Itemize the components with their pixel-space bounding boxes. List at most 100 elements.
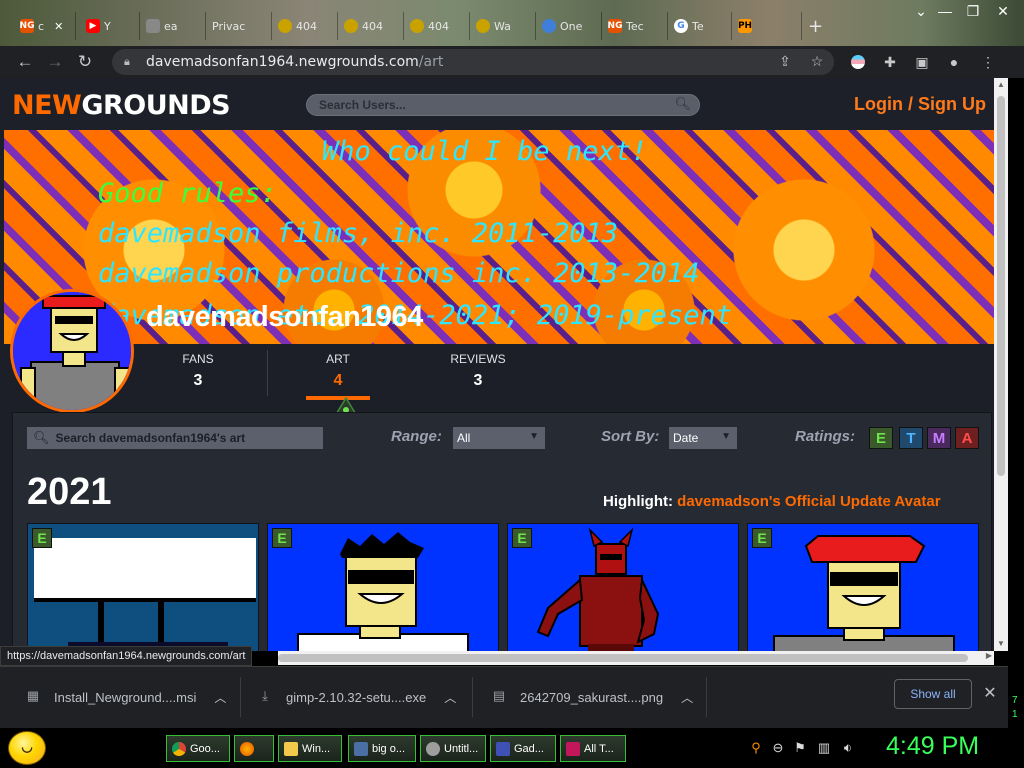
browser-tab[interactable]: 404 [272,12,338,40]
download-item[interactable]: ▦ Install_Newground....msi ︿ [24,683,227,711]
avatar[interactable] [10,289,134,413]
profile-username[interactable]: davemadsonfan1964 [146,301,423,334]
address-bar[interactable]: 🔒︎ davemadsonfan1964.newgrounds.com/art … [112,49,834,75]
rating-e-badge: E [272,528,292,548]
share-icon[interactable]: ⇪ [776,53,794,71]
browser-tab[interactable]: 404 [338,12,404,40]
chevron-up-icon[interactable]: ︿ [214,689,226,706]
minimize-button[interactable]: — [930,0,960,22]
art-card[interactable]: E [27,523,259,651]
warning-favicon-icon [344,19,358,33]
art-search-input[interactable]: 🔍︎ Search davemadsonfan1964's art [27,427,323,449]
profile-avatar-icon[interactable]: ● [944,52,964,72]
flag-icon[interactable]: ⚑ [792,740,808,756]
rating-filter-e[interactable]: E [869,427,893,449]
show-all-button[interactable]: Show all [894,679,972,709]
side-panel-icon[interactable]: ▣ [912,52,932,72]
browser-tab[interactable]: 404 [404,12,470,40]
search-icon[interactable]: 🔍︎ [674,96,691,112]
search-icon[interactable]: ⚲ [748,740,764,756]
maximize-button[interactable]: ❐ [958,0,988,22]
back-button[interactable]: ← [10,47,40,77]
range-value: All [457,431,471,445]
user-search-input[interactable]: Search Users... 🔍︎ [306,94,700,116]
signup-link[interactable]: Sign Up [918,94,986,114]
tab-title: Privac [212,19,246,33]
taskbar-item-gadgets[interactable]: Gad... [490,735,556,762]
scroll-up-arrow-icon[interactable]: ▲ [994,78,1008,92]
horizontal-scrollbar[interactable]: ▶ [278,651,994,665]
scroll-right-arrow-icon[interactable]: ▶ [986,651,992,660]
highlight-link[interactable]: davemadson's Official Update Avatar [677,493,940,510]
taskbar-item-chrome[interactable]: Goo... [166,735,230,762]
browser-tab[interactable]: Wa [470,12,536,40]
network-icon[interactable]: ▥ [816,740,832,756]
sort-value: Date [673,431,699,445]
download-item[interactable]: ⤓ gimp-2.10.32-setu....exe ︿ [256,683,456,711]
divider [240,677,241,717]
taskbar-clock[interactable]: 4:49 PM [886,732,979,761]
url-text: davemadsonfan1964.newgrounds.com/art [146,54,444,70]
range-select[interactable]: All ▼ [453,427,545,449]
browser-tab[interactable]: ▶ Y [80,12,140,40]
forward-button[interactable]: → [40,47,70,77]
folder-icon [284,741,298,756]
taskbar-item-paint[interactable]: Untitl... [420,735,486,762]
taskbar-item-explorer[interactable]: Win... [278,735,342,762]
paint-icon [426,741,440,756]
image-file-icon: ▤ [492,688,506,703]
stat-fans[interactable]: FANS 3 [138,352,258,390]
browser-tab[interactable]: Privac [206,12,272,40]
tab-title: c [38,19,45,33]
stat-reviews[interactable]: REVIEWS 3 [418,352,538,390]
rating-filter-t[interactable]: T [899,427,923,449]
taskbar-item-window[interactable]: big o... [348,735,416,762]
download-item[interactable]: ▤ 2642709_sakurast....png ︿ [490,683,693,711]
rating-e-badge: E [32,528,52,548]
sort-select[interactable]: Date ▼ [669,427,737,449]
browser-tab[interactable]: PH [732,12,802,40]
new-tab-button[interactable]: + [802,12,830,40]
menu-kebab-icon[interactable]: ⋮ [978,52,998,72]
scrollbar-thumb[interactable] [278,654,968,662]
browser-tab[interactable]: One [536,12,602,40]
start-button[interactable]: ◡ [8,731,46,765]
rating-filter-m[interactable]: M [927,427,951,449]
chevron-up-icon[interactable]: ︿ [681,689,693,706]
highlight-line: Highlight: davemadson's Official Update … [603,493,941,510]
volume-icon[interactable]: 🔉︎ [840,740,856,756]
browser-tab[interactable]: NG c ✕ [14,12,76,40]
tab-title: 404 [428,19,449,33]
art-card[interactable]: E [267,523,499,651]
close-window-button[interactable]: ✕ [988,0,1018,22]
reload-button[interactable]: ↻ [70,47,100,77]
art-card[interactable]: E [747,523,979,651]
close-icon[interactable]: ✕ [980,683,1000,703]
scroll-down-arrow-icon[interactable]: ▼ [994,637,1008,651]
taskbar-item-all-tasks[interactable]: All T... [560,735,626,762]
extension-flag-icon[interactable] [848,52,868,72]
page-viewport: NEWGROUNDS Search Users... 🔍︎ Login / Si… [0,78,994,651]
installer-file-icon: ▦ [26,688,40,703]
browser-tab[interactable]: G Te [668,12,732,40]
scrollbar-thumb[interactable] [997,96,1005,476]
auth-separator: / [908,94,914,114]
rating-filter-a[interactable]: A [955,427,979,449]
browser-tab[interactable]: NG Tec [602,12,668,40]
download-filename: gimp-2.10.32-setu....exe [286,689,427,705]
close-tab-icon[interactable]: ✕ [54,20,63,33]
browser-tab[interactable]: ea [140,12,206,40]
tab-title: One [560,19,583,33]
site-header: NEWGROUNDS Search Users... 🔍︎ Login / Si… [0,78,994,130]
bookmark-star-icon[interactable]: ☆ [808,53,826,71]
extensions-puzzle-icon[interactable]: ✚ [880,52,900,72]
chevron-up-icon[interactable]: ︿ [444,689,456,706]
newgrounds-logo[interactable]: NEWGROUNDS [12,90,231,121]
stat-label: FANS [182,352,214,366]
info-icon[interactable]: ⊖ [770,740,786,756]
taskbar-item-firefox[interactable] [234,735,274,762]
vertical-scrollbar[interactable]: ▲ ▼ [994,78,1008,651]
stat-art[interactable]: ART 4 [278,352,398,390]
art-card[interactable]: E [507,523,739,651]
login-link[interactable]: Login [854,94,903,114]
